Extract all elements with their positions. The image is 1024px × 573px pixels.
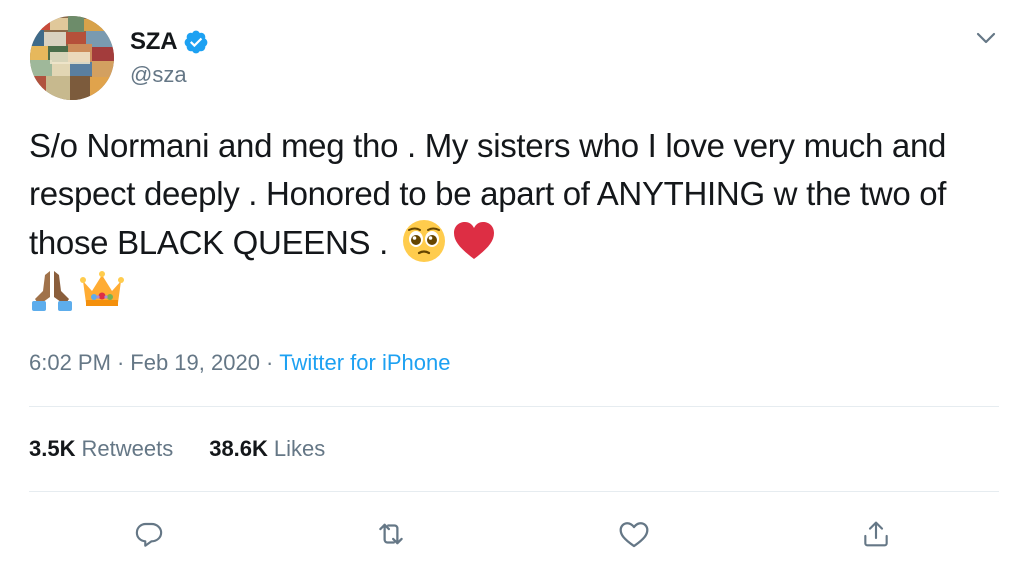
red-heart-emoji	[451, 218, 497, 264]
divider	[29, 491, 999, 492]
tweet-time[interactable]: 6:02 PM	[29, 350, 111, 376]
tweet-meta: 6:02 PM · Feb 19, 2020 · Twitter for iPh…	[29, 350, 450, 376]
tweet-date[interactable]: Feb 19, 2020	[130, 350, 260, 376]
likes-label: Likes	[273, 436, 326, 461]
tweet-card: SZA @sza S/o Normani and meg tho . My si…	[0, 0, 1024, 573]
display-name[interactable]: SZA	[130, 28, 178, 56]
tweet-stats: 3.5K Retweets 38.6K Likes	[29, 436, 325, 462]
pleading-face-emoji	[401, 218, 447, 264]
like-icon[interactable]	[614, 514, 654, 554]
reply-icon[interactable]	[129, 514, 169, 554]
divider	[29, 406, 999, 407]
retweets-label: Retweets	[81, 436, 174, 461]
display-name-row[interactable]: SZA	[130, 27, 209, 57]
likes-stat[interactable]: 38.6K Likes	[209, 436, 325, 462]
retweets-stat[interactable]: 3.5K Retweets	[29, 436, 173, 462]
verified-badge-icon	[183, 29, 209, 55]
crown-emoji	[79, 267, 125, 313]
avatar[interactable]	[30, 16, 114, 100]
likes-count: 38.6K	[209, 436, 268, 461]
share-icon[interactable]	[856, 514, 896, 554]
chevron-down-icon[interactable]	[972, 27, 1000, 49]
tweet-text: S/o Normani and meg tho . My sisters who…	[29, 122, 989, 316]
tweet-actions	[0, 514, 1024, 554]
meta-separator: ·	[116, 350, 125, 375]
retweet-icon[interactable]	[371, 514, 411, 554]
tweet-source-link[interactable]: Twitter for iPhone	[279, 350, 450, 376]
meta-separator: ·	[265, 350, 274, 375]
folded-hands-emoji	[29, 267, 75, 313]
user-handle[interactable]: @sza	[130, 62, 187, 88]
retweets-count: 3.5K	[29, 436, 76, 461]
